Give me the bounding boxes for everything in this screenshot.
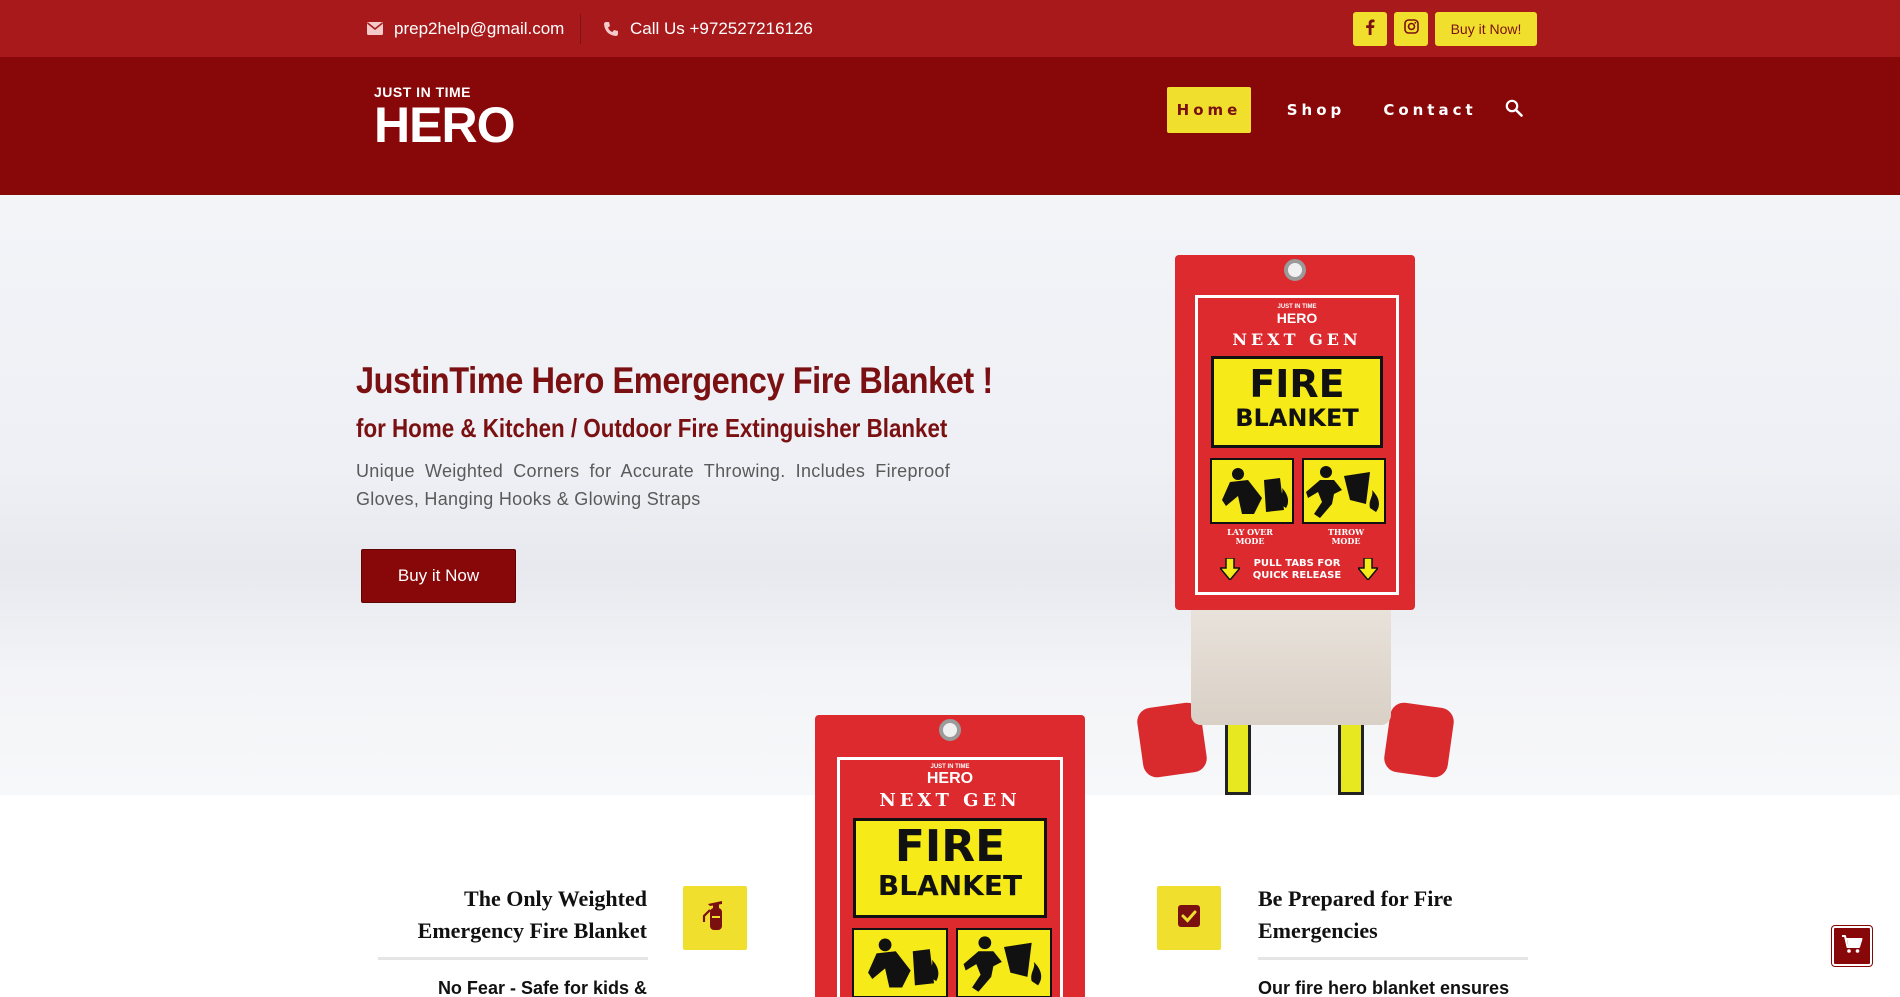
product-laymode-panel [852,928,948,997]
product-next-gen: NEXT GEN [879,790,1021,811]
fire-extinguisher-icon [700,900,730,937]
feature-right-text: Our fire hero blanket ensures [1258,978,1510,997]
product-weight [1382,700,1456,780]
facebook-icon [1365,19,1375,40]
feature-right-underline [1258,957,1528,960]
phone-text: Call Us +972527216126 [630,18,813,38]
product-throwmode-panel [1302,458,1386,524]
phone-icon [602,20,620,38]
product-pouch: JUST IN TIME HERO NEXT GEN FIRE BLANKET [815,715,1085,997]
feature-product-image: JUST IN TIME HERO NEXT GEN FIRE BLANKET [815,715,1085,997]
product-pouch: JUST IN TIME HERO NEXT GEN FIRE BLANKET … [1175,255,1415,610]
feature-left-text: No Fear - Safe for kids & [437,978,647,997]
nav-contact[interactable]: Contact [1365,87,1495,133]
product-laymode-panel [1210,458,1294,524]
nav-shop[interactable]: Shop [1268,87,1364,133]
feature-left-title: The Only Weighted Emergency Fire Blanket [417,886,647,943]
main-header: JUST IN TIME HERO Home Shop Contact [0,57,1900,195]
cart-button[interactable] [1832,926,1872,966]
logo-big-text: HERO [374,97,515,153]
feature-left-underline [378,957,648,960]
instagram-icon [1403,19,1419,39]
nav-home[interactable]: Home [1167,87,1251,133]
cart-icon [1841,934,1863,959]
instagram-button[interactable] [1394,12,1428,46]
product-lay-mode-text: LAY OVER MODE [1227,527,1273,546]
checkbox-icon [1177,904,1201,933]
hero-product-image: JUST IN TIME HERO NEXT GEN FIRE BLANKET … [1135,255,1456,795]
product-label-frame: JUST IN TIME HERO NEXT GEN FIRE BLANKET … [1195,295,1399,595]
hero-title: JustinTime Hero Emergency Fire Blanket ! [356,360,993,401]
site-logo[interactable]: JUST IN TIME HERO [374,85,515,155]
feature-left-icon-box [683,886,747,950]
email-link[interactable]: prep2help@gmail.com [366,0,564,57]
topbar-divider [580,14,581,44]
facebook-button[interactable] [1353,12,1387,46]
hero-description: Unique Weighted Corners for Accurate Thr… [356,461,950,509]
hero-subtitle: for Home & Kitchen / Outdoor Fire Exting… [356,413,948,443]
product-logo: JUST IN TIME HERO [926,764,974,787]
hero-section: JustinTime Hero Emergency Fire Blanket !… [0,195,1900,795]
product-throwmode-panel [956,928,1052,997]
product-label-frame: JUST IN TIME HERO NEXT GEN FIRE BLANKET [837,757,1063,997]
envelope-icon [366,20,384,38]
hero-buy-button[interactable]: Buy it Now [361,549,516,603]
product-pull-tabs-text: PULL TABS FOR QUICK RELEASE [1252,558,1342,581]
top-bar: prep2help@gmail.com Call Us +97252721612… [0,0,1900,57]
product-fire-blanket-label: FIRE BLANKET [853,818,1047,918]
search-icon[interactable] [1505,99,1525,119]
product-throw-mode-text: THROW MODE [1327,527,1365,546]
product-grommet [1284,259,1306,281]
phone-link[interactable]: Call Us +972527216126 [602,0,813,57]
product-next-gen: NEXT GEN [1232,330,1362,349]
feature-right-icon-box [1157,886,1221,950]
product-grommet [939,719,961,741]
product-fire-blanket-label: FIRE BLANKET [1211,356,1383,448]
buy-now-top-button[interactable]: Buy it Now! [1435,12,1537,46]
email-text: prep2help@gmail.com [394,18,565,38]
feature-right-title: Be Prepared for Fire Emergencies [1258,886,1453,943]
product-logo: JUST IN TIME HERO [1276,304,1318,326]
